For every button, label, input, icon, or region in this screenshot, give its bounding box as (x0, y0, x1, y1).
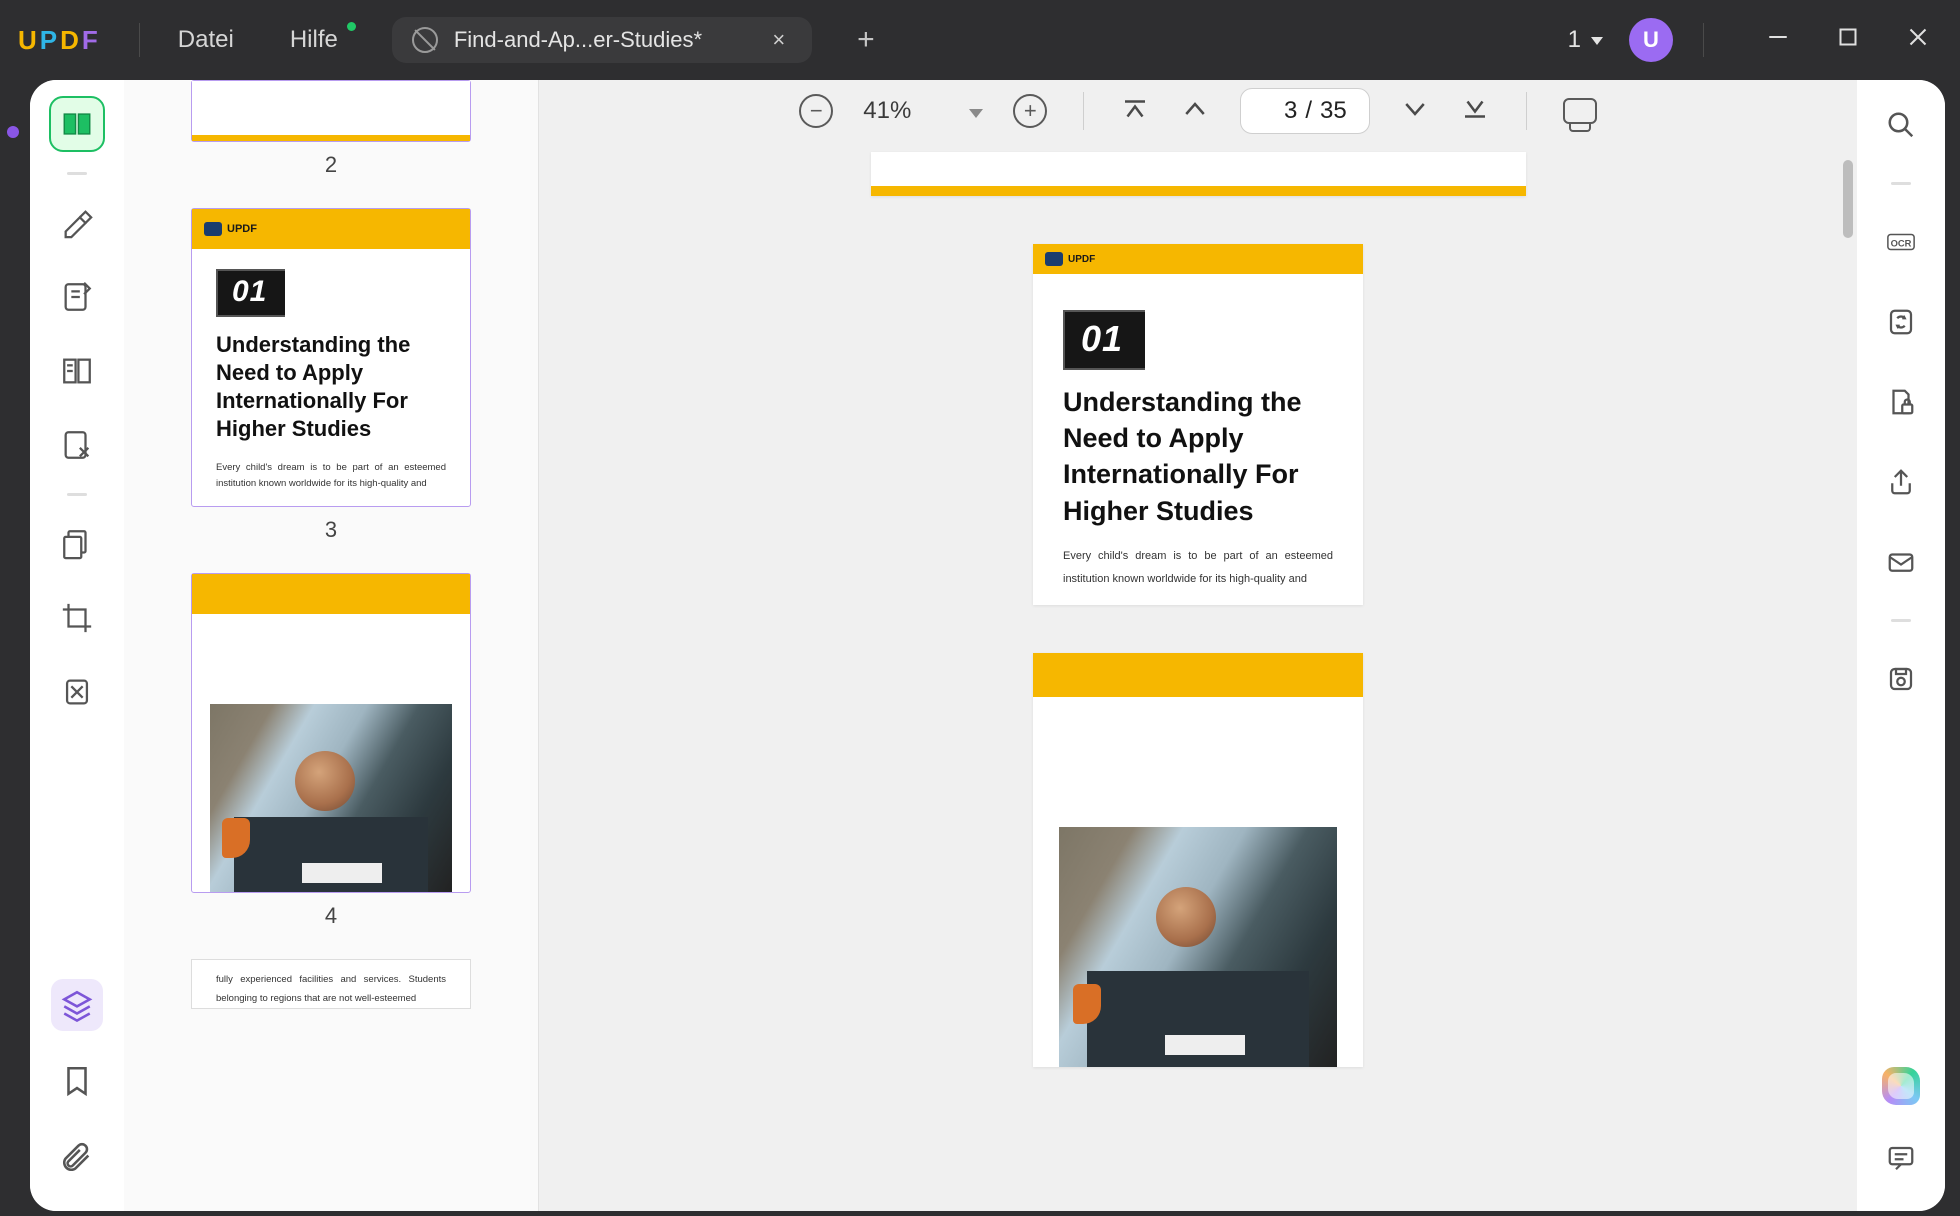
chevron-down-icon (1587, 26, 1603, 54)
section-number-badge: 01 (1063, 310, 1145, 370)
comment-button[interactable] (1878, 1135, 1924, 1181)
separator (1891, 182, 1911, 185)
document-photo (1059, 827, 1337, 1067)
next-page-button[interactable] (1400, 94, 1430, 129)
thumbnail-label: 3 (148, 517, 514, 543)
zoom-level[interactable]: 41% (863, 97, 983, 125)
right-toolbar-bottom (1878, 1067, 1924, 1211)
tool-annotate[interactable] (51, 271, 103, 323)
ocr-button[interactable]: OCR (1878, 219, 1924, 265)
page-total: 35 (1320, 97, 1347, 125)
zoom-out-button[interactable]: − (799, 94, 833, 128)
section-heading: Understanding the Need to Apply Internat… (216, 331, 446, 444)
zoom-in-button[interactable]: + (1013, 94, 1047, 128)
menu-file[interactable]: Datei (156, 18, 256, 62)
tab-title: Find-and-Ap...er-Studies* (454, 27, 750, 53)
page-number-input[interactable] (1263, 97, 1297, 125)
last-page-button[interactable] (1460, 94, 1490, 129)
tool-attachment[interactable] (51, 1131, 103, 1183)
prev-page-button[interactable] (1180, 94, 1210, 129)
titlebar-right: 1 U (1568, 18, 1942, 62)
thumbnail-label: 4 (148, 903, 514, 929)
update-indicator-dot (347, 22, 356, 31)
document-page-4[interactable] (1033, 653, 1363, 1067)
zoom-dropdown-icon[interactable] (969, 97, 983, 125)
doc-header-logo: UPDF (1045, 252, 1095, 266)
separator (1083, 92, 1084, 130)
thumbnail-page-3[interactable]: UPDF 01 Understanding the Need to Apply … (191, 208, 471, 507)
email-button[interactable] (1878, 539, 1924, 585)
tab-unsaved-icon (412, 27, 438, 53)
page-number-box[interactable]: / 35 (1240, 88, 1369, 134)
separator (67, 172, 87, 175)
share-button[interactable] (1878, 459, 1924, 505)
svg-text:OCR: OCR (1891, 239, 1912, 249)
separator (67, 493, 87, 496)
close-window-button[interactable] (1904, 27, 1932, 53)
edge-indicator-dot (7, 126, 19, 138)
minimize-button[interactable] (1764, 27, 1792, 53)
view-toolbar: − 41% + / 35 (539, 80, 1857, 142)
tool-pages[interactable] (51, 345, 103, 397)
app-logo: UPDF (18, 25, 123, 56)
section-number-badge: 01 (216, 269, 285, 317)
section-paragraph: Every child's dream is to be part of an … (1063, 545, 1333, 591)
workspace: 2 UPDF 01 Understanding the Need to Appl… (30, 80, 1945, 1211)
left-toolbar (30, 80, 124, 1211)
thumbnail-page-4[interactable] (191, 573, 471, 893)
new-tab-button[interactable]: + (848, 23, 884, 57)
document-scroll-area[interactable]: UPDF 01 Understanding the Need to Apply … (539, 142, 1857, 1211)
presentation-icon (1563, 98, 1597, 124)
tool-layers[interactable] (51, 979, 103, 1031)
document-page-3[interactable]: UPDF 01 Understanding the Need to Apply … (1033, 244, 1363, 605)
save-button[interactable] (1878, 656, 1924, 702)
document-page-2[interactable] (871, 152, 1526, 196)
section-heading: Understanding the Need to Apply Internat… (1063, 384, 1333, 529)
tool-highlighter[interactable] (51, 197, 103, 249)
maximize-button[interactable] (1834, 27, 1862, 53)
doc-header-logo: UPDF (204, 222, 257, 236)
zoom-value: 41% (863, 97, 911, 125)
titlebar: UPDF Datei Hilfe Find-and-Ap...er-Studie… (0, 0, 1960, 80)
tool-redact[interactable] (51, 666, 103, 718)
thumbnail-label: 2 (148, 152, 514, 178)
left-toolbar-bottom (51, 979, 103, 1211)
separator (1891, 619, 1911, 622)
tool-reader[interactable] (51, 98, 103, 150)
document-tab[interactable]: Find-and-Ap...er-Studies* × (392, 17, 812, 63)
right-toolbar: OCR (1857, 80, 1945, 1211)
separator (1526, 92, 1527, 130)
thumbnails-panel: 2 UPDF 01 Understanding the Need to Appl… (124, 80, 539, 1211)
ai-assistant-button[interactable] (1882, 1067, 1920, 1105)
protect-button[interactable] (1878, 379, 1924, 425)
tool-organize[interactable] (51, 518, 103, 570)
tab-close-button[interactable]: × (766, 27, 792, 53)
user-avatar[interactable]: U (1629, 18, 1673, 62)
menu-help-label: Hilfe (290, 26, 338, 53)
tool-crop[interactable] (51, 592, 103, 644)
tool-bookmark[interactable] (51, 1055, 103, 1107)
vertical-scrollbar[interactable] (1843, 160, 1853, 238)
thumbnail-page-5[interactable]: fully experienced facilities and service… (191, 959, 471, 1009)
presentation-button[interactable] (1563, 98, 1597, 124)
search-button[interactable] (1878, 102, 1924, 148)
page-separator: / (1305, 97, 1312, 125)
tool-edit[interactable] (51, 419, 103, 471)
window-counter-value: 1 (1568, 26, 1581, 54)
separator (1703, 23, 1704, 57)
thumbnail-page-2[interactable] (191, 80, 471, 142)
separator (139, 23, 140, 57)
window-controls (1734, 27, 1942, 53)
window-counter[interactable]: 1 (1568, 26, 1603, 54)
convert-button[interactable] (1878, 299, 1924, 345)
section-paragraph: fully experienced facilities and service… (216, 970, 446, 1008)
menu-help[interactable]: Hilfe (268, 18, 360, 62)
thumbnail-photo (210, 704, 452, 892)
section-paragraph: Every child's dream is to be part of an … (216, 460, 446, 492)
main-document-view: − 41% + / 35 (539, 80, 1857, 1211)
first-page-button[interactable] (1120, 94, 1150, 129)
